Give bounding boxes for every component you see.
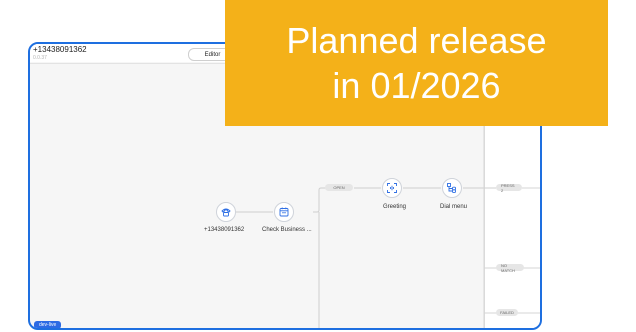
banner-line-1: Planned release [286, 20, 547, 61]
calendar-icon [279, 207, 289, 217]
release-banner: Planned release in 01/2026 [225, 0, 608, 126]
edge-check-to-open [313, 187, 326, 213]
voice-scan-icon [387, 183, 397, 193]
phone-icon [221, 208, 231, 217]
check-business-node-label: Check Business ... [262, 227, 312, 233]
check-business-node[interactable] [274, 202, 294, 222]
greeting-node[interactable] [382, 178, 402, 198]
branch-failed[interactable]: FAILED [496, 309, 518, 316]
banner-line-2: in 01/2026 [332, 65, 501, 106]
branch-no-match[interactable]: NO MATCH [496, 263, 524, 273]
branch-open[interactable]: OPEN [325, 184, 353, 191]
dial-menu-node[interactable] [442, 178, 462, 198]
dial-menu-node-label: Dial menu [440, 204, 468, 210]
branch-press-2[interactable]: PRESS 2 [496, 183, 522, 193]
dial-menu-icon [447, 183, 456, 193]
phone-node-label: +13438091362 [204, 227, 245, 233]
greeting-node-label: Greeting [383, 204, 407, 210]
environment-badge[interactable]: dev-live [34, 321, 62, 328]
phone-node[interactable] [216, 202, 236, 222]
